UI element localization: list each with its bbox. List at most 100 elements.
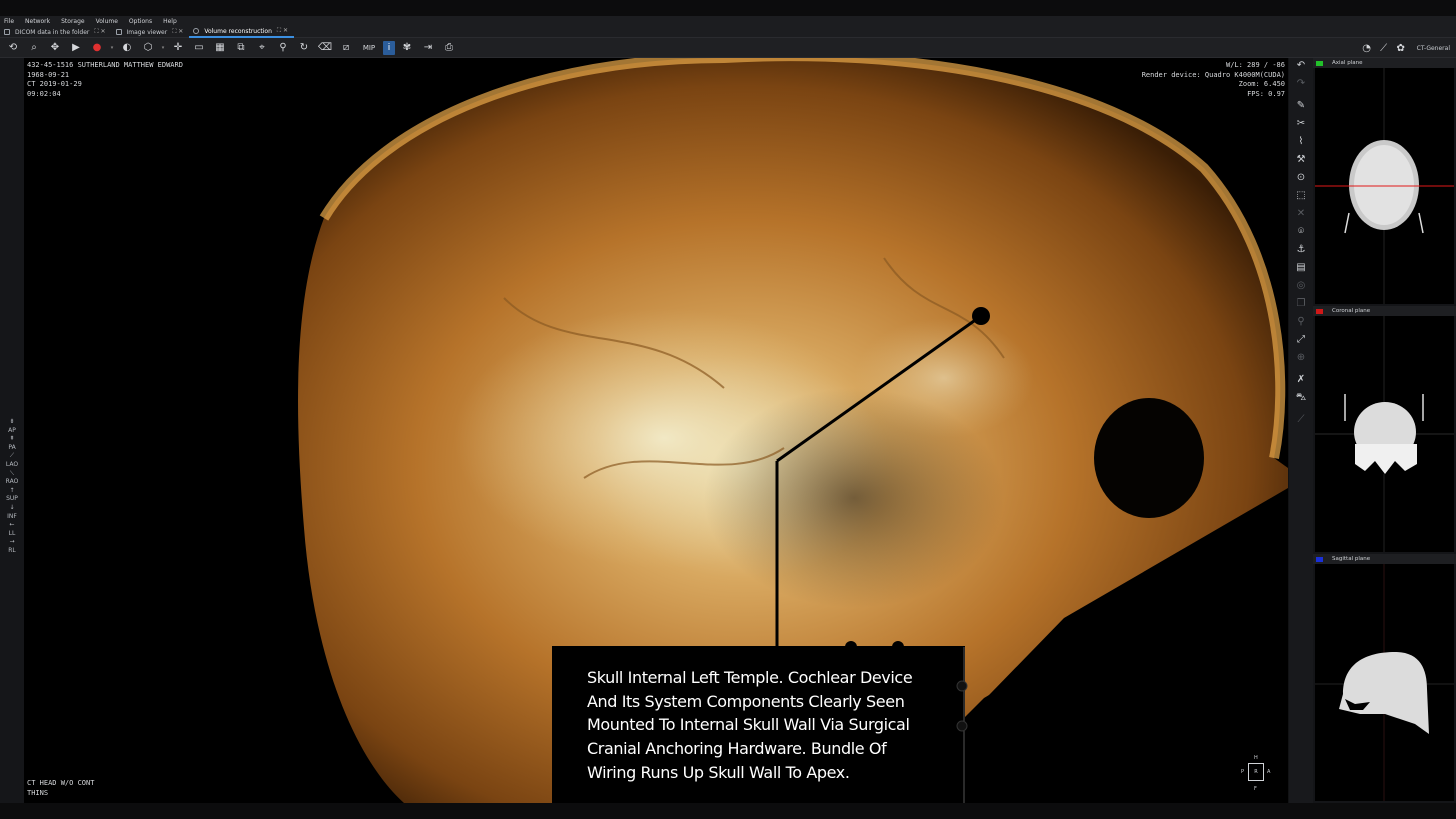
grid-icon[interactable]: ▦ bbox=[211, 41, 229, 55]
orientation-cube[interactable]: H P R A F bbox=[1240, 755, 1272, 795]
panel-header: Sagittal plane bbox=[1313, 554, 1456, 564]
tools-icon[interactable]: ✗ bbox=[1294, 374, 1308, 386]
tab-volume-reconstruction[interactable]: Volume reconstruction ⛶ ✕ bbox=[189, 27, 295, 38]
tab-label: Volume reconstruction bbox=[204, 27, 272, 35]
tab-bar: DICOM data in the folder ⛶ ✕ Image viewe… bbox=[0, 27, 1456, 38]
folder-icon bbox=[4, 29, 10, 35]
title-strip bbox=[0, 0, 1456, 16]
print-icon[interactable]: ⎙ bbox=[440, 41, 458, 55]
mip-button[interactable]: MIP bbox=[358, 41, 380, 55]
layers-icon[interactable]: ▤ bbox=[1294, 262, 1308, 274]
sagittal-slice-image bbox=[1315, 564, 1454, 801]
status-strip bbox=[0, 803, 1456, 819]
ship-icon[interactable]: ⚓ bbox=[1294, 244, 1308, 256]
menu-file[interactable]: File bbox=[4, 18, 14, 25]
lens-icon[interactable]: ⊙ bbox=[1294, 172, 1308, 184]
close-icon[interactable]: ⛶ ✕ bbox=[277, 27, 288, 35]
globe-icon bbox=[193, 28, 200, 34]
curve-icon[interactable]: ⟋ bbox=[1377, 41, 1391, 55]
series-info: CT HEAD W/O CONT THINS bbox=[27, 779, 95, 797]
tab-label: Image viewer bbox=[126, 28, 168, 36]
crosshair-icon[interactable]: ✛ bbox=[169, 41, 187, 55]
scissors-icon[interactable]: ✂ bbox=[1294, 118, 1308, 130]
axial-plane-panel[interactable]: Axial plane bbox=[1313, 58, 1456, 306]
view-pa[interactable]: ⇞ PA bbox=[3, 435, 21, 452]
volume-edit-icon[interactable]: ⧉ bbox=[232, 41, 250, 55]
zoom-icon[interactable]: ⌕ bbox=[25, 41, 43, 55]
panel-header: Axial plane bbox=[1313, 58, 1456, 68]
ruler-icon[interactable]: ▭ bbox=[190, 41, 208, 55]
tab-dicom-folder[interactable]: DICOM data in the folder ⛶ ✕ bbox=[0, 27, 112, 38]
node-icon[interactable]: ⊕ bbox=[1294, 352, 1308, 364]
plane-color-swatch bbox=[1316, 556, 1323, 562]
tab-label: DICOM data in the folder bbox=[15, 28, 90, 36]
pin-icon[interactable]: ⚲ bbox=[274, 41, 292, 55]
record-icon[interactable]: ● bbox=[88, 41, 106, 55]
menu-bar: File Network Storage Volume Options Help bbox=[0, 16, 1456, 27]
right-toolbar: ↶ ↷ ✎ ✂ ⌇ ⚒ ⊙ ⬚ ✕ ⌾ ⚓ ▤ ◎ ❐ ⚲ ⤢ ⊕ ✗ ⛍ ⟋ bbox=[1289, 58, 1313, 803]
paint-icon[interactable]: ⚒ bbox=[1294, 154, 1308, 166]
close-icon[interactable]: ⛶ ✕ bbox=[94, 28, 105, 36]
redo-icon[interactable]: ↷ bbox=[1294, 78, 1308, 90]
menu-options[interactable]: Options bbox=[129, 18, 152, 25]
eraser-icon[interactable]: ⌫ bbox=[316, 41, 334, 55]
pin-icon[interactable]: ⚲ bbox=[1294, 316, 1308, 328]
plane-color-swatch bbox=[1316, 308, 1323, 314]
orientation-buttons: ⇟ AP ⇞ PA ⟋ LAO ⟍ RAO ↑ SUP ↓ INF ← LL → RL bbox=[3, 418, 21, 556]
patient-info: 432-45-1516 SUTHERLAND MATTHEW EDWARD 19… bbox=[27, 61, 183, 98]
menu-volume[interactable]: Volume bbox=[96, 18, 118, 25]
cube-icon[interactable]: ⬡ bbox=[139, 41, 157, 55]
target-icon[interactable]: ◎ bbox=[1294, 280, 1308, 292]
annotation-caption: Skull Internal Left Temple. Cochlear Dev… bbox=[587, 668, 913, 782]
expand-icon[interactable]: ⤢ bbox=[1294, 334, 1308, 346]
view-inf[interactable]: ↓ INF bbox=[3, 504, 21, 521]
tag-icon[interactable]: ⌖ bbox=[253, 41, 271, 55]
render-preset-icon[interactable]: ✿ bbox=[1394, 41, 1408, 55]
coronal-slice-image bbox=[1315, 316, 1454, 552]
export-icon[interactable]: ⇥ bbox=[419, 41, 437, 55]
preset-label[interactable]: CT-General bbox=[1417, 45, 1450, 52]
camera-icon[interactable]: ⌾ bbox=[1294, 226, 1308, 238]
undo-icon[interactable]: ↶ bbox=[1294, 60, 1308, 72]
select-box-icon[interactable]: ⬚ bbox=[1294, 190, 1308, 202]
contrast-icon[interactable]: ◐ bbox=[118, 41, 136, 55]
orientation-cube-face: R bbox=[1248, 763, 1264, 781]
view-sup[interactable]: ↑ SUP bbox=[3, 487, 21, 504]
view-ll[interactable]: ← LL bbox=[3, 521, 21, 538]
image-icon bbox=[115, 29, 122, 35]
rotate-icon[interactable]: ↻ bbox=[295, 41, 313, 55]
play-icon[interactable]: ▶ bbox=[67, 41, 85, 55]
toolbar-right: ◔ ⟋ ✿ CT-General bbox=[1360, 38, 1450, 58]
brush-cut-icon[interactable]: ✎ bbox=[1294, 100, 1308, 112]
segments-icon[interactable]: ✾ bbox=[398, 41, 416, 55]
info-button[interactable]: i bbox=[383, 40, 395, 55]
menu-help[interactable]: Help bbox=[163, 18, 177, 25]
view-lao[interactable]: ⟋ LAO bbox=[3, 452, 21, 469]
render-info: W/L: 289 / -86 Render device: Quadro K40… bbox=[1141, 61, 1285, 98]
close-icon[interactable]: ⛶ ✕ bbox=[172, 28, 183, 36]
wand-icon[interactable]: ⟋ bbox=[1294, 414, 1308, 426]
chevron-down-icon[interactable]: ▾ bbox=[160, 41, 166, 55]
stack-icon[interactable]: ❐ bbox=[1294, 298, 1308, 310]
axial-slice-image bbox=[1315, 68, 1454, 304]
menu-storage[interactable]: Storage bbox=[61, 18, 84, 25]
tab-image-viewer[interactable]: Image viewer ⛶ ✕ bbox=[112, 27, 190, 38]
palette-icon[interactable]: ◔ bbox=[1360, 41, 1374, 55]
coronal-plane-panel[interactable]: Coronal plane bbox=[1313, 306, 1456, 554]
reset-view-icon[interactable]: ⟲ bbox=[4, 41, 22, 55]
sagittal-plane-panel[interactable]: Sagittal plane bbox=[1313, 554, 1456, 803]
left-orientation-bar: ⇟ AP ⇞ PA ⟋ LAO ⟍ RAO ↑ SUP ↓ INF ← LL → RL bbox=[0, 58, 24, 803]
lasso-icon[interactable]: ⌇ bbox=[1294, 136, 1308, 148]
vehicle-icon[interactable]: ⛍ bbox=[1294, 392, 1308, 404]
crop-icon[interactable]: ⧄ bbox=[337, 41, 355, 55]
panel-header: Coronal plane bbox=[1313, 306, 1456, 316]
split-icon[interactable]: ✕ bbox=[1294, 208, 1308, 220]
view-ap[interactable]: ⇟ AP bbox=[3, 418, 21, 435]
plane-color-swatch bbox=[1316, 60, 1323, 66]
menu-network[interactable]: Network bbox=[25, 18, 50, 25]
view-rao[interactable]: ⟍ RAO bbox=[3, 470, 21, 487]
chevron-down-icon[interactable]: ▾ bbox=[109, 41, 115, 55]
toolbar: ⟲ ⌕ ✥ ▶ ● ▾ ◐ ⬡ ▾ ✛ ▭ ▦ ⧉ ⌖ ⚲ ↻ ⌫ ⧄ MIP … bbox=[0, 38, 1456, 58]
pan-icon[interactable]: ✥ bbox=[46, 41, 64, 55]
view-rl[interactable]: → RL bbox=[3, 538, 21, 555]
